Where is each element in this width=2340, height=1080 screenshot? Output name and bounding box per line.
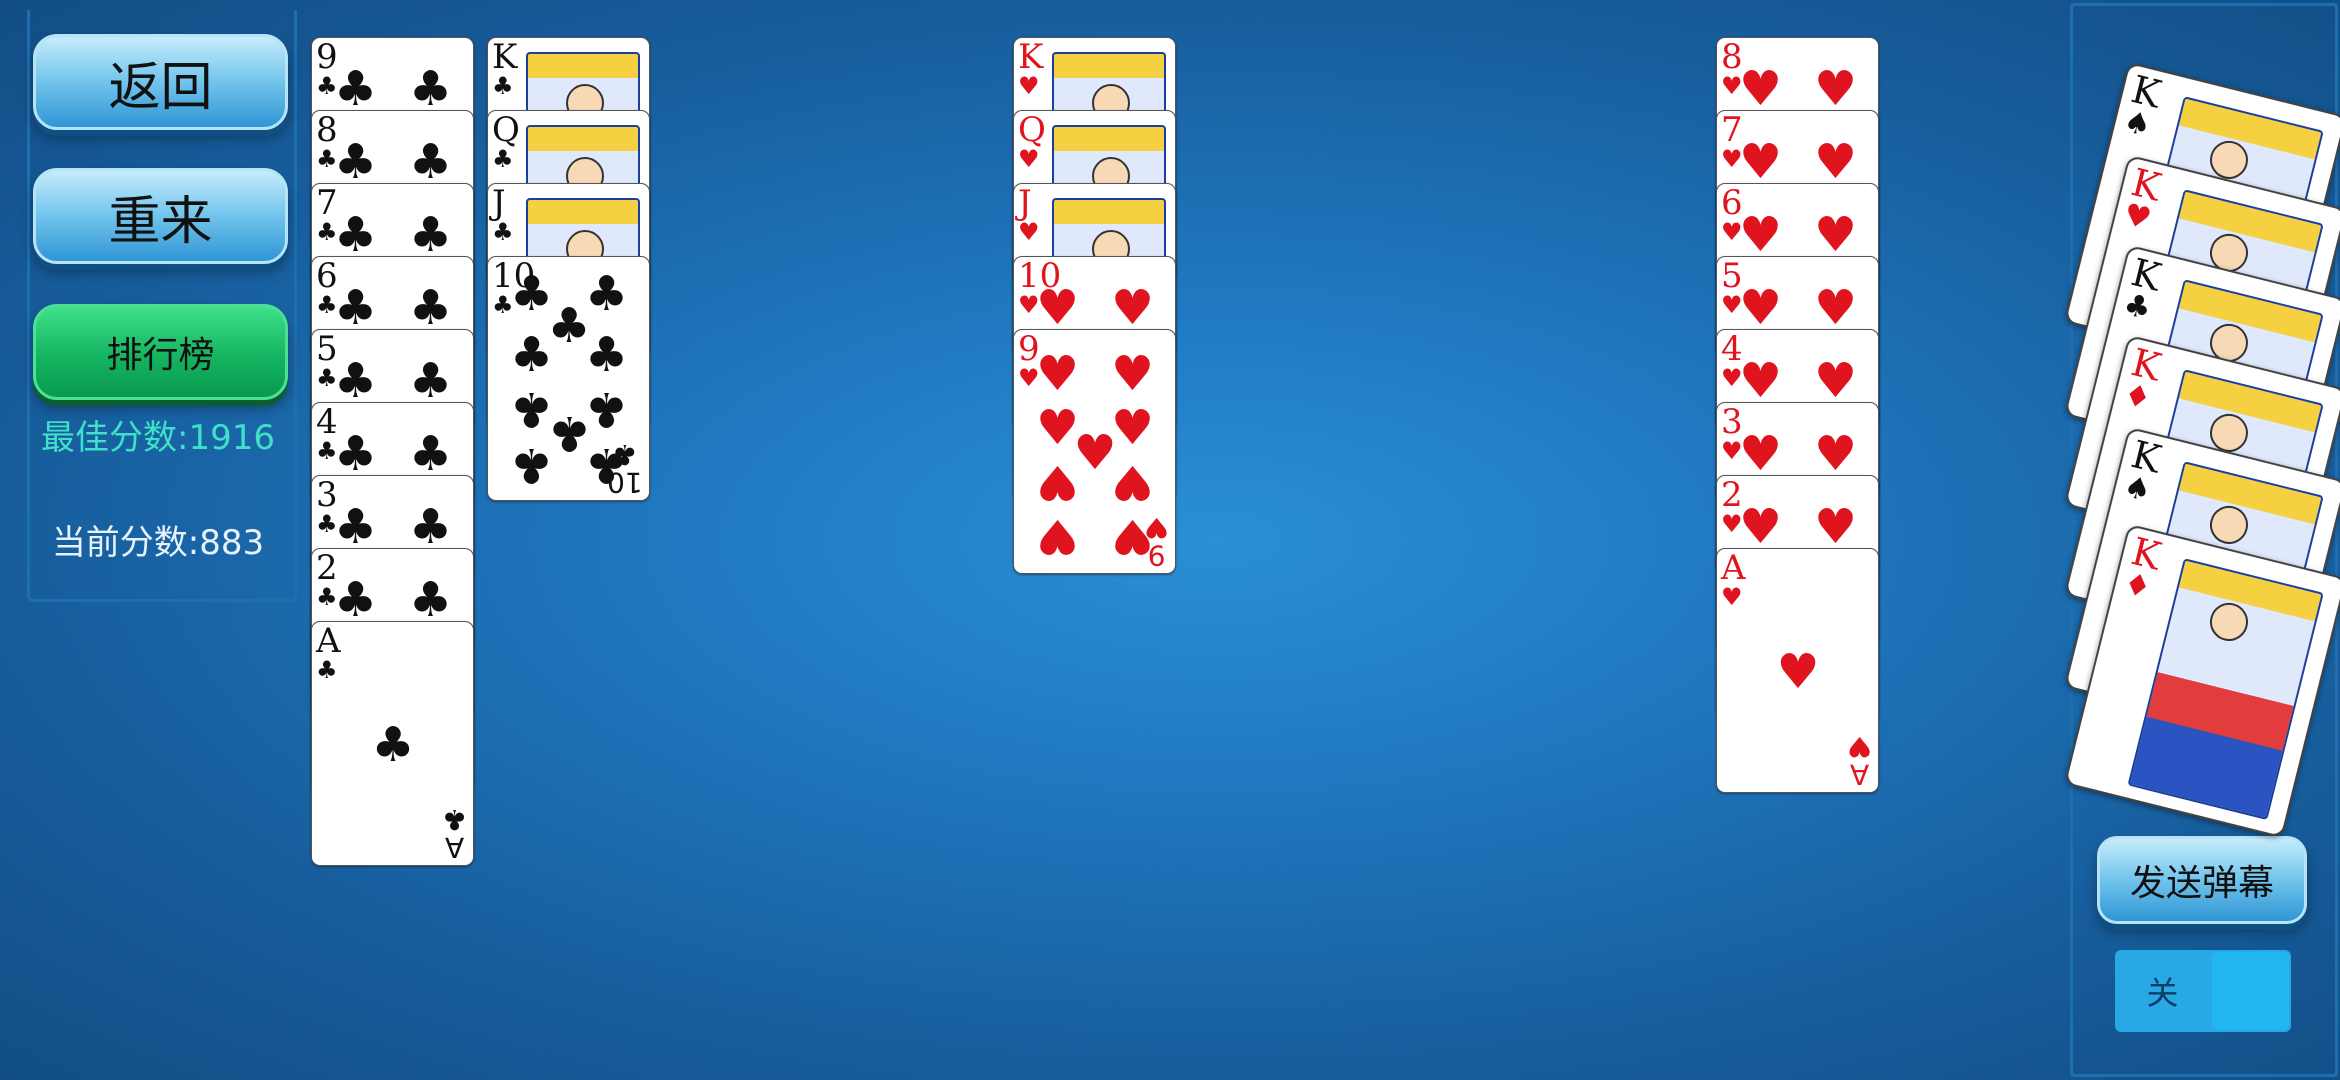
card-suit-icon: ♦ [2120,565,2155,607]
card-pip-icon: ♣ [334,134,378,191]
restart-button[interactable]: 重来 [33,168,288,264]
card-rank-bottom: 10 [607,466,643,499]
card-suit-icon: ♣ [316,656,338,684]
card-suit-icon: ♥ [1721,583,1743,611]
card-rank: Q [492,110,520,150]
card-suit-icon: ♣ [492,145,514,173]
card-suit-icon: ♠ [2120,103,2155,145]
back-button[interactable]: 返回 [33,34,288,130]
card-pip-icon: ♥ [1036,346,1080,403]
card-pip-icon: ♥ [1813,280,1858,337]
card-pip-icon: ♥ [1739,426,1783,483]
card-pip-icon: ♣ [334,353,378,410]
card-pip-icon: ♥ [1110,453,1155,510]
playing-card[interactable]: A ♥ ♥ A ♥ [1716,548,1879,793]
card-rank: K [1018,37,1044,77]
card-pip-icon: ♣ [408,134,453,191]
card-pip-icon: ♥ [1776,643,1820,700]
card-pip-icon: ♥ [1813,134,1858,191]
card-corner-bottom: 10 ♣ [607,438,643,499]
card-pip-icon: ♣ [408,572,453,629]
card-pip-icon: ♥ [1813,353,1858,410]
danmaku-toggle-knob[interactable] [2212,952,2289,1030]
card-pip-icon: ♣ [408,280,453,337]
card-rank: K [492,37,518,77]
card-corner-bottom: A ♥ [1846,730,1872,791]
danmaku-toggle-label: 关 [2146,974,2179,1012]
card-suit-icon: ♣ [2120,286,2155,328]
playing-card[interactable]: A ♣ ♣ A ♣ [311,621,474,866]
card-suit-icon: ♥ [2120,196,2155,238]
card-pip-icon: ♣ [334,499,378,556]
card-pip-icon: ♥ [1036,507,1080,564]
danmaku-toggle[interactable]: 关 [2115,950,2291,1032]
card-pip-icon: ♥ [1739,61,1783,118]
card-pip-icon: ♣ [334,572,378,629]
card-pip-icon: ♣ [408,353,453,410]
card-pip-icon: ♥ [1813,499,1858,556]
card-pip-icon: ♣ [408,61,453,118]
card-suit-icon: ♣ [492,218,514,246]
card-pip-icon: ♥ [1813,61,1858,118]
card-pip-icon: ♣ [510,327,554,383]
card-pip-icon: ♥ [1739,280,1783,337]
card-pip-icon: ♥ [1739,207,1783,264]
card-rank: Q [1018,110,1046,150]
card-suit-icon: ♥ [1846,730,1872,763]
card-pip-icon: ♣ [334,280,378,337]
card-pip-icon: ♣ [371,716,415,773]
card-rank: J [492,183,506,223]
playing-card[interactable]: 10 ♣ ♣ ♣ ♣ ♣ ♣ ♣ ♣ ♣ ♣ ♣ 10 ♣ [487,256,650,501]
card-rank-bottom: A [444,831,465,864]
card-pip-icon: ♣ [408,207,453,264]
card-pip-icon: ♥ [1813,426,1858,483]
card-pip-icon: ♣ [584,265,629,322]
card-rank: A [1721,548,1746,588]
card-pip-icon: ♣ [334,207,378,264]
card-pip-icon: ♣ [584,327,629,383]
card-corner-bottom: 9 ♥ [1143,511,1169,572]
card-pip-icon: ♣ [510,380,554,437]
card-suit-icon: ♥ [1143,511,1169,544]
court-figure-icon [2127,558,2324,821]
card-rank: J [1018,183,1032,223]
card-pip-icon: ♣ [334,426,378,483]
current-score: 当前分数:883 [51,523,265,563]
card-suit-icon: ♦ [2120,376,2155,418]
card-suit-icon: ♥ [1018,145,1040,173]
leaderboard-button[interactable]: 排行榜 [33,304,288,400]
card-rank: A [316,621,341,661]
card-pip-icon: ♥ [1739,134,1783,191]
card-suit-icon: ♠ [2120,468,2155,510]
card-rank-bottom: A [1849,758,1870,791]
card-pip-icon: ♥ [1739,353,1783,410]
card-pip-icon: ♥ [1813,207,1858,264]
playing-card[interactable]: 9 ♥ ♥ ♥ ♥ ♥ ♥ ♥ ♥ ♥ ♥ 9 ♥ [1013,329,1176,574]
card-pip-icon: ♣ [408,499,453,556]
card-suit-icon: ♣ [441,803,467,836]
card-pip-icon: ♣ [510,437,554,494]
card-pip-icon: ♣ [408,426,453,483]
card-suit-icon: ♣ [612,438,638,471]
card-suit-icon: ♣ [492,72,514,100]
card-pip-icon: ♣ [334,61,378,118]
card-pip-icon: ♥ [1110,400,1155,456]
card-pip-icon: ♥ [1036,280,1080,337]
card-suit-icon: ♥ [1018,218,1040,246]
send-danmaku-button[interactable]: 发送弹幕 [2097,836,2307,924]
card-corner-bottom: A ♣ [441,803,467,864]
card-pip-icon: ♥ [1110,280,1155,337]
card-suit-icon: ♥ [1018,72,1040,100]
card-pip-icon: ♥ [1739,499,1783,556]
card-pip-icon: ♣ [584,380,629,437]
card-pip-icon: ♥ [1036,453,1080,510]
card-pip-icon: ♥ [1110,346,1155,403]
card-rank-bottom: 9 [1147,539,1166,572]
best-score: 最佳分数:1916 [41,418,275,458]
